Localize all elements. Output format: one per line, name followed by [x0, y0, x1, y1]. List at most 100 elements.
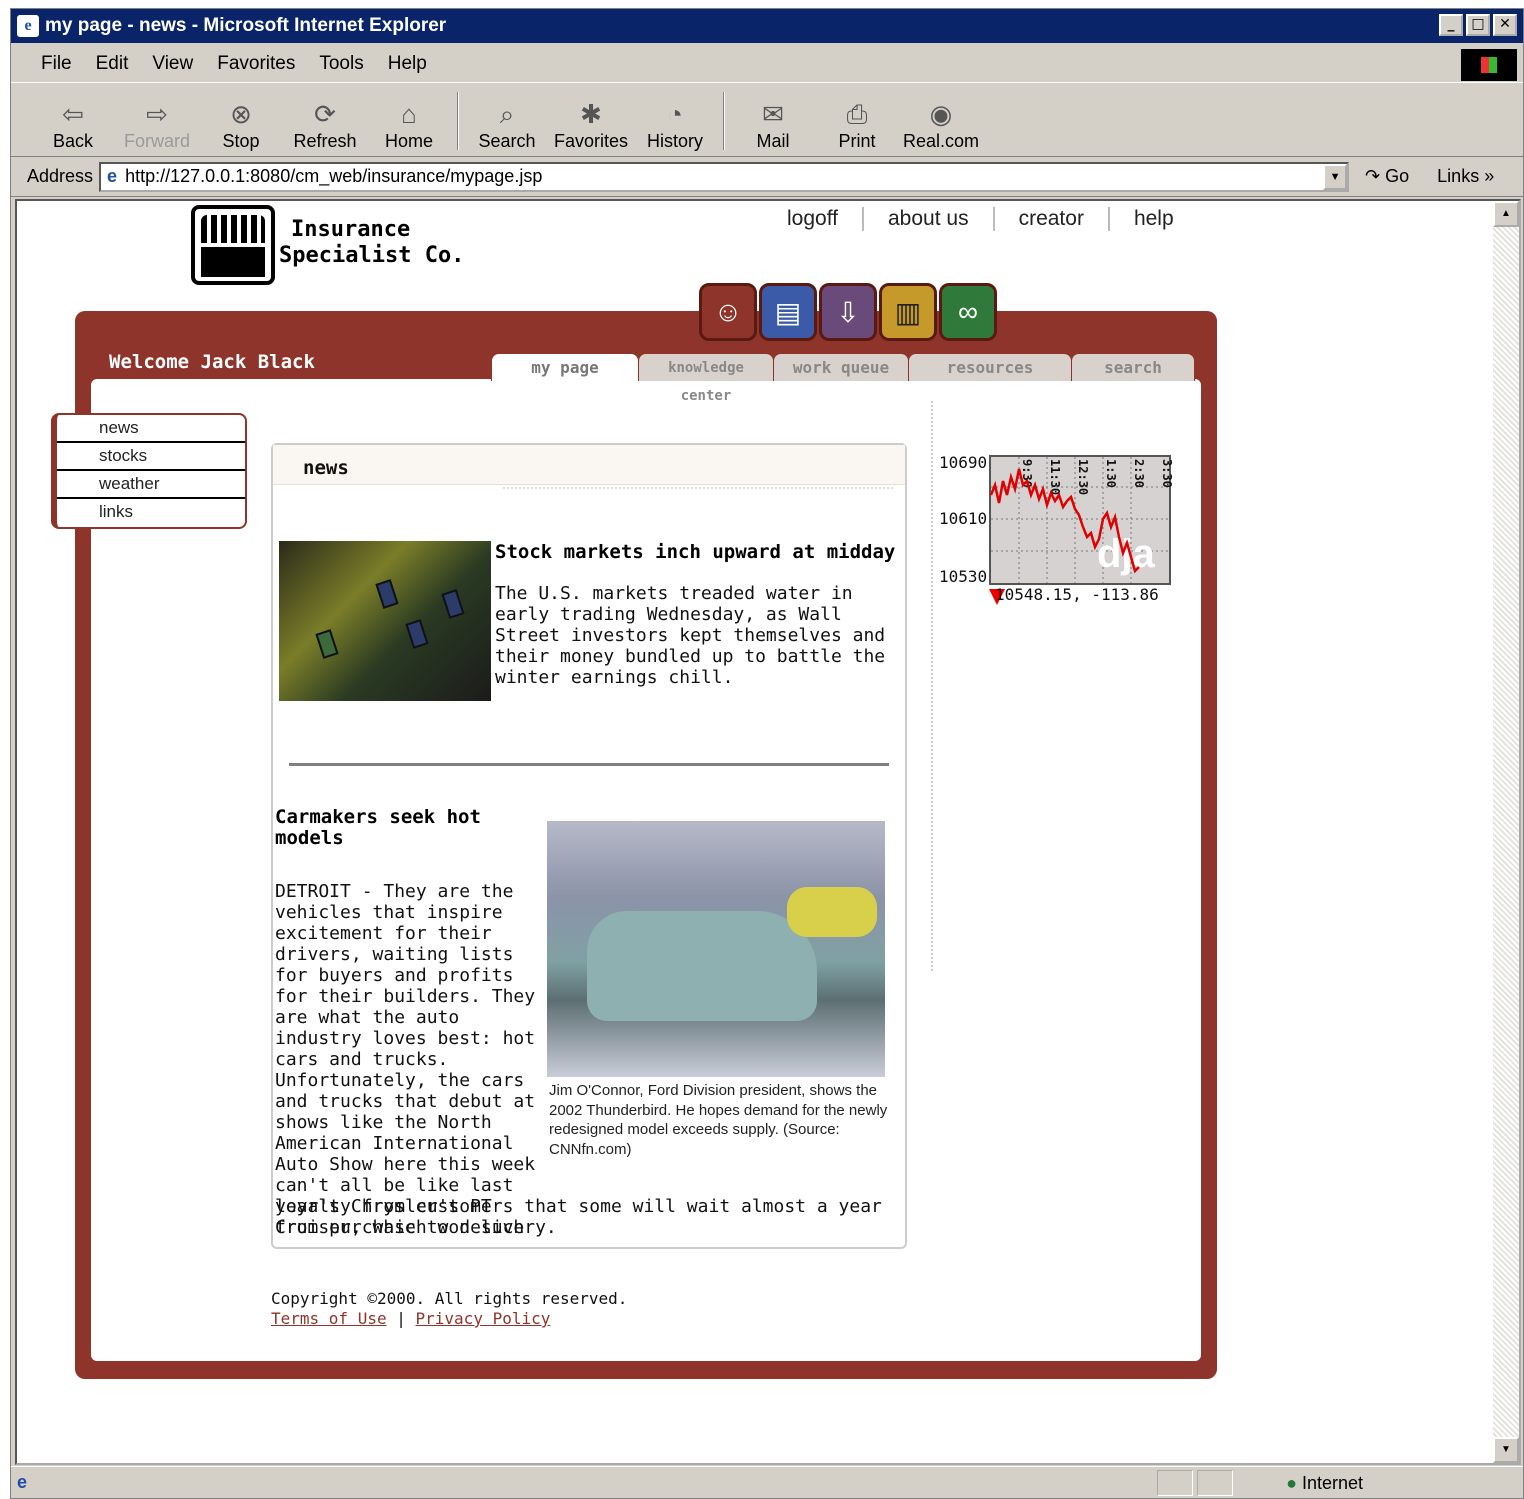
search-button[interactable]: ⌕ Search: [465, 90, 549, 156]
news-header: news: [273, 445, 905, 485]
forward-button[interactable]: ⇨ Forward: [115, 90, 199, 156]
privacy-policy-link[interactable]: Privacy Policy: [416, 1309, 551, 1328]
windows-logo-icon: [1461, 49, 1517, 81]
real-button[interactable]: ◉ Real.com: [899, 90, 983, 156]
menu-favorites[interactable]: Favorites: [217, 53, 295, 75]
address-dropdown-button[interactable]: ▼: [1323, 163, 1348, 190]
about-us-link[interactable]: about us: [864, 207, 995, 231]
dow-quote: 10548.15, -113.86: [995, 585, 1159, 604]
terms-of-use-link[interactable]: Terms of Use: [271, 1309, 387, 1328]
logoff-link[interactable]: logoff: [773, 207, 864, 231]
window-title: my page - news - Microsoft Internet Expl…: [45, 15, 447, 36]
scroll-up-button[interactable]: ▲: [1493, 201, 1519, 227]
status-page-icon: e: [17, 1472, 28, 1492]
binoculars-icon[interactable]: ∞: [939, 283, 997, 341]
toolbar: ⇦ Back ⇨ Forward ⊗ Stop ⟳ Refresh ⌂ Home ⌕ Sea…: [11, 85, 1523, 157]
story1-headline[interactable]: Stock markets inch upward at midday: [495, 541, 905, 563]
ticker-chart: dja 9:30 11:30 12:30 1:30 2:30 3:30: [989, 455, 1173, 585]
browser-window: e my page - news - Microsoft Internet Ex…: [10, 8, 1524, 1499]
story2-body-continued: loyalty from customers that some will wa…: [275, 1196, 882, 1238]
menu-view[interactable]: View: [152, 53, 193, 75]
scroll-down-button[interactable]: ▼: [1493, 1437, 1519, 1463]
page-footer: Copyright ©2000. All rights reserved. Te…: [271, 1289, 627, 1329]
go-button[interactable]: ↷ Go: [1365, 166, 1409, 187]
help-link[interactable]: help: [1110, 207, 1198, 231]
stop-icon: ⊗: [230, 99, 252, 129]
toolbar-separator: [457, 92, 459, 150]
address-label: Address: [27, 166, 94, 186]
ticker-time-label: 11:30: [1048, 459, 1062, 495]
header-divider: [503, 487, 893, 489]
story2-body: DETROIT - They are the vehicles that ins…: [275, 881, 536, 1238]
tab-resources[interactable]: resources: [908, 353, 1072, 381]
title-bar: e my page - news - Microsoft Internet Ex…: [11, 9, 1523, 43]
side-nav-weather[interactable]: weather: [57, 471, 245, 499]
thunderbird-photo: [547, 821, 885, 1077]
ticker-time-label: 12:30: [1076, 459, 1090, 495]
address-input[interactable]: e http://127.0.0.1:8080/cm_web/insurance…: [99, 161, 1350, 192]
ticker-y-label: 10530: [939, 567, 988, 586]
company-logo: [191, 205, 275, 285]
real-icon: ◉: [929, 99, 953, 129]
favorites-button[interactable]: ✱ Favorites: [549, 90, 633, 156]
close-button[interactable]: ✕: [1493, 14, 1517, 36]
ie-icon: e: [17, 15, 39, 37]
back-button[interactable]: ⇦ Back: [31, 90, 115, 156]
story2-headline[interactable]: Carmakers seek hot models: [275, 807, 535, 849]
ticker-time-label: 3:30: [1160, 459, 1173, 488]
footer-separator: |: [396, 1309, 406, 1328]
stock-floor-photo: [279, 541, 491, 701]
address-url: http://127.0.0.1:8080/cm_web/insurance/m…: [125, 166, 543, 186]
menu-file[interactable]: File: [41, 53, 72, 75]
vertical-scrollbar[interactable]: ▲ ▼: [1493, 201, 1519, 1463]
side-nav: news stocks weather links: [51, 413, 247, 529]
home-button[interactable]: ⌂ Home: [367, 90, 451, 156]
top-links: logoff about us creator help: [773, 207, 1198, 231]
inbox-download-icon[interactable]: ⇩: [819, 283, 877, 341]
mail-icon: ✉: [762, 99, 784, 129]
maximize-button[interactable]: □: [1466, 14, 1490, 36]
creator-link[interactable]: creator: [995, 207, 1110, 231]
company-name: Insurance Specialist Co.: [279, 217, 465, 268]
side-nav-news[interactable]: news: [57, 415, 245, 443]
go-arrow-icon: ↷: [1365, 166, 1381, 186]
dow-ticker: 10690 10610 10530 dja 9:30 11:30 12:30 1:30…: [937, 453, 1187, 613]
history-button[interactable]: ◔ History: [633, 90, 717, 156]
menu-tools[interactable]: Tools: [319, 53, 363, 75]
stop-button[interactable]: ⊗ Stop: [199, 90, 283, 156]
print-button[interactable]: ⎙ Print: [815, 90, 899, 156]
main-tabs: my page knowledge center work queue reso…: [491, 353, 1195, 404]
documents-icon[interactable]: ▤: [759, 283, 817, 341]
library-books-icon[interactable]: ▥: [879, 283, 937, 341]
address-bar: Address e http://127.0.0.1:8080/cm_web/i…: [11, 157, 1523, 197]
status-pane: [1157, 1469, 1193, 1496]
menu-edit[interactable]: Edit: [96, 53, 129, 75]
history-icon: ◔: [667, 99, 683, 129]
story-divider: [289, 763, 889, 766]
mail-button[interactable]: ✉ Mail: [731, 90, 815, 156]
refresh-button[interactable]: ⟳ Refresh: [283, 90, 367, 156]
side-nav-links[interactable]: links: [57, 499, 245, 527]
ticker-y-label: 10690: [939, 453, 988, 472]
profile-face-icon[interactable]: ☺: [699, 283, 757, 341]
search-icon: ⌕: [499, 99, 515, 129]
ticker-time-label: 1:30: [1104, 459, 1118, 488]
tab-search[interactable]: search: [1071, 353, 1195, 381]
menu-help[interactable]: Help: [388, 53, 427, 75]
home-icon: ⌂: [401, 99, 417, 129]
quick-icons: ☺ ▤ ⇩ ▥ ∞: [699, 283, 997, 341]
internet-zone: ● Internet: [1286, 1473, 1363, 1493]
tab-my-page[interactable]: my page: [491, 353, 639, 381]
ticker-watermark: dja: [1097, 532, 1156, 576]
side-nav-stocks[interactable]: stocks: [57, 443, 245, 471]
minimize-button[interactable]: _: [1439, 14, 1463, 36]
forward-arrow-icon: ⇨: [146, 99, 168, 129]
globe-icon: ●: [1286, 1473, 1297, 1493]
tab-knowledge-center[interactable]: knowledge center: [638, 353, 774, 404]
tab-work-queue[interactable]: work queue: [773, 353, 909, 381]
news-box: news Stock markets inch upward at midday…: [271, 443, 907, 1249]
print-icon: ⎙: [846, 99, 868, 129]
page-icon: e: [107, 166, 118, 186]
ticker-y-label: 10610: [939, 509, 988, 528]
links-button[interactable]: Links »: [1437, 166, 1494, 187]
